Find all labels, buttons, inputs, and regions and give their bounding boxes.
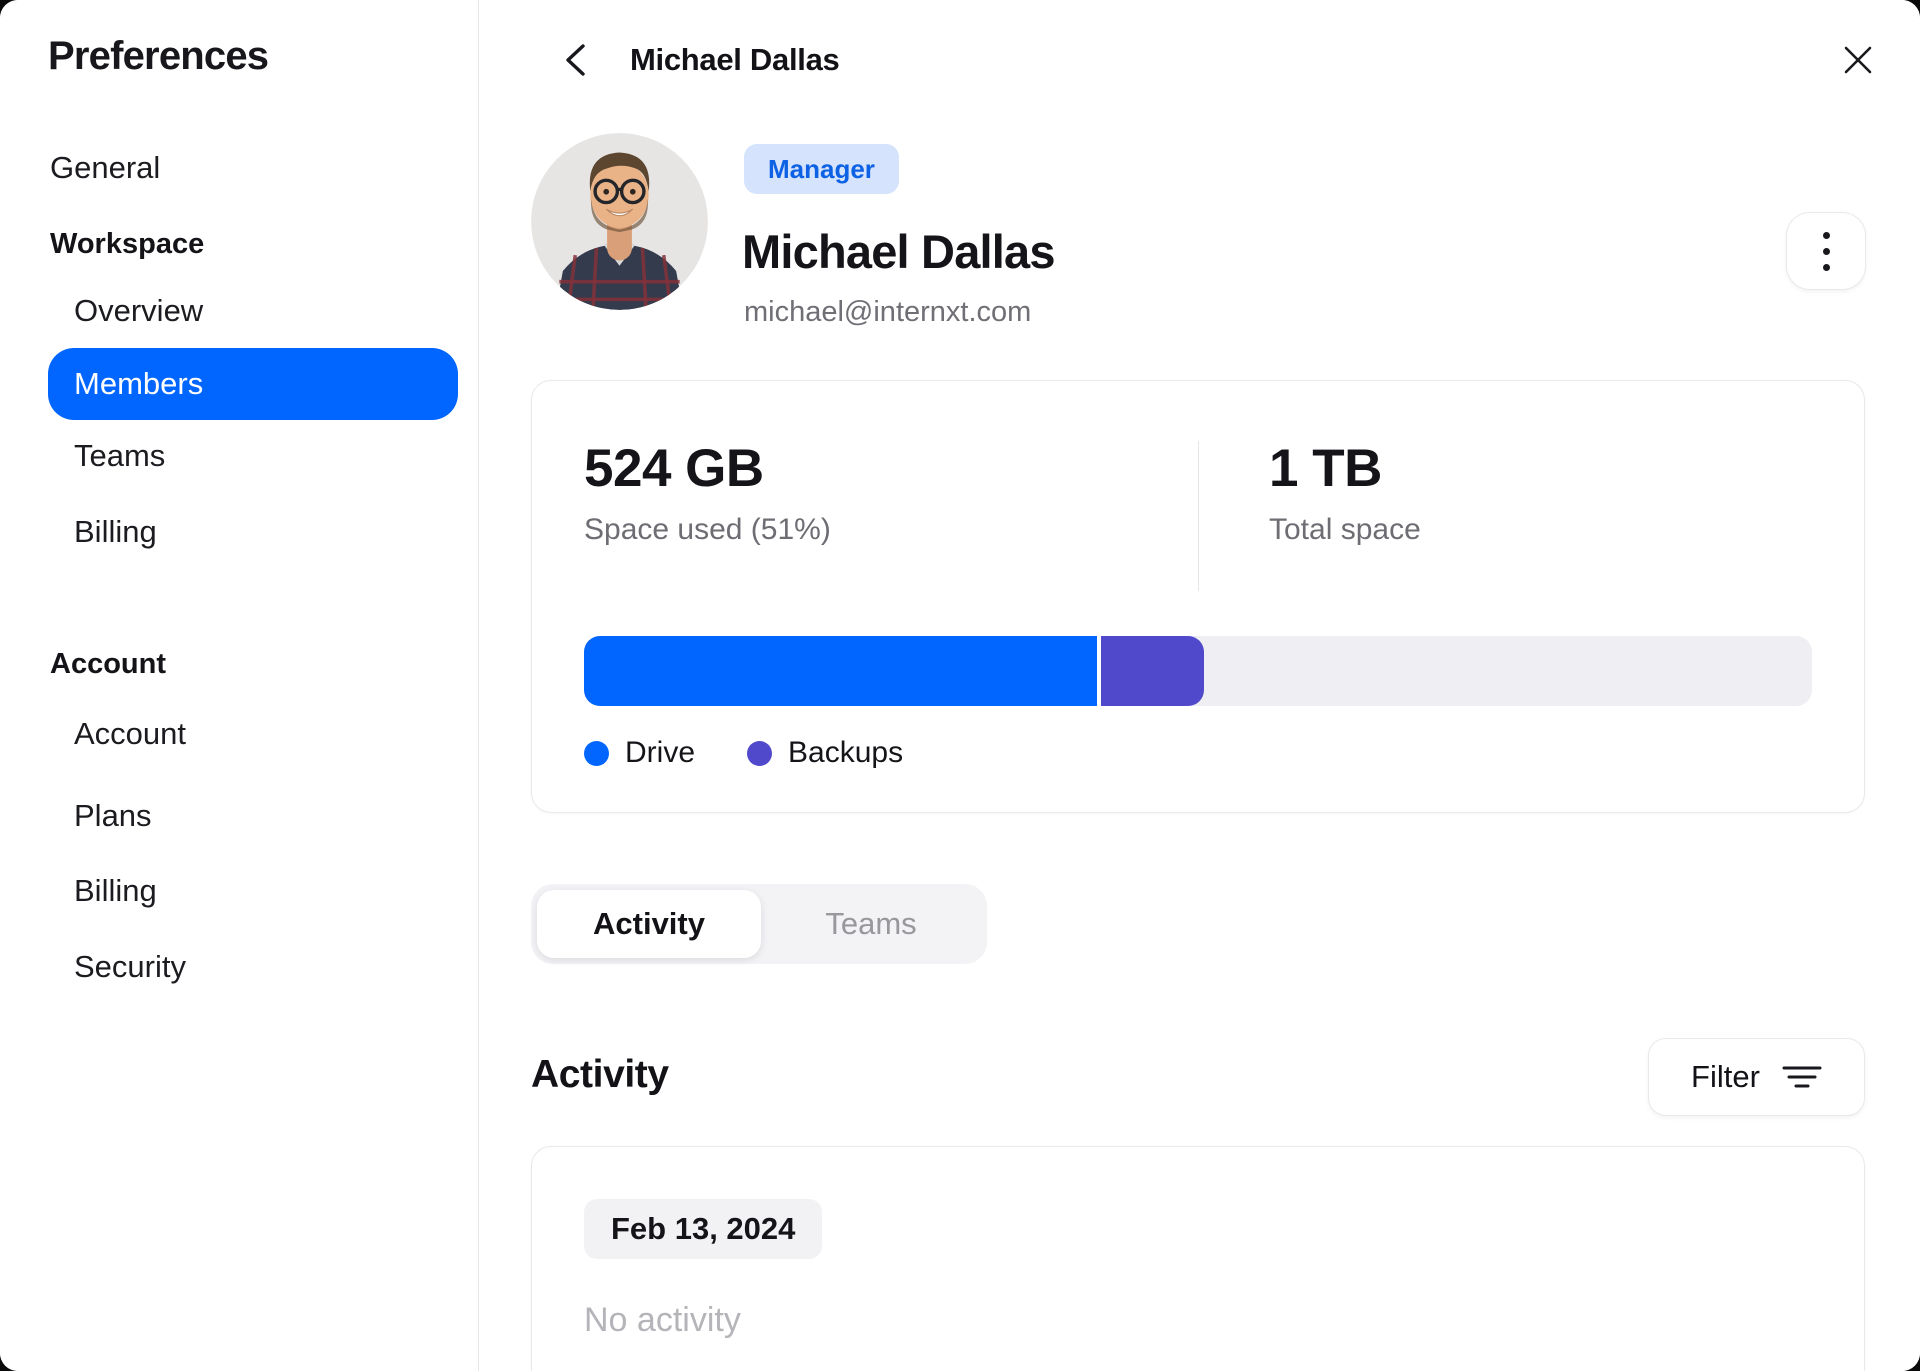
- activity-section-heading: Activity: [531, 1053, 669, 1096]
- avatar-portrait-graphic: [531, 133, 708, 310]
- sidebar-item-billing-workspace[interactable]: Billing: [74, 514, 157, 550]
- sidebar-item-plans[interactable]: Plans: [74, 798, 152, 834]
- member-detail-panel: Michael Dallas Manager Michael Dallas mi…: [479, 0, 1920, 1371]
- storage-progress-bar: [584, 636, 1812, 706]
- space-used-value: 524 GB: [584, 439, 764, 498]
- sidebar-item-teams[interactable]: Teams: [74, 438, 165, 474]
- kebab-menu-icon: [1822, 231, 1830, 239]
- space-used-label: Space used (51%): [584, 513, 831, 546]
- filter-button-label: Filter: [1691, 1059, 1760, 1094]
- member-options-button[interactable]: [1786, 212, 1866, 290]
- filter-button[interactable]: Filter: [1648, 1038, 1865, 1116]
- tab-teams[interactable]: Teams: [761, 906, 981, 942]
- space-used-stat: 524 GB Space used (51%): [584, 441, 1199, 591]
- back-button[interactable]: [551, 36, 599, 84]
- activity-date-badge: Feb 13, 2024: [584, 1199, 823, 1259]
- storage-legend: Drive Backups: [584, 736, 1812, 770]
- progress-segment-backups: [1101, 636, 1205, 706]
- sidebar-item-members[interactable]: Members: [48, 348, 458, 420]
- sidebar-title: Preferences: [48, 34, 269, 78]
- preferences-modal: Preferences General Workspace Overview M…: [0, 0, 1920, 1371]
- backups-legend-dot: [747, 740, 773, 766]
- tab-activity[interactable]: Activity: [537, 890, 761, 958]
- filter-icon: [1782, 1066, 1822, 1088]
- total-space-stat: 1 TB Total space: [1199, 441, 1421, 591]
- progress-segment-drive: [584, 636, 1098, 706]
- sidebar-item-security[interactable]: Security: [74, 949, 186, 985]
- backups-legend-label: Backups: [788, 736, 904, 769]
- detail-tabs: Activity Teams: [531, 884, 987, 964]
- total-space-value: 1 TB: [1269, 439, 1382, 498]
- total-space-label: Total space: [1269, 513, 1421, 546]
- drive-legend-dot: [584, 740, 609, 766]
- role-badge: Manager: [744, 144, 899, 194]
- storage-usage-card: 524 GB Space used (51%) 1 TB Total space…: [531, 380, 1865, 813]
- sidebar: Preferences General Workspace Overview M…: [0, 0, 479, 1371]
- page-title: Michael Dallas: [630, 42, 840, 77]
- storage-stats: 524 GB Space used (51%) 1 TB Total space: [584, 441, 1812, 591]
- sidebar-section-workspace: Workspace: [50, 228, 205, 260]
- member-email: michael@internxt.com: [744, 296, 1032, 328]
- activity-empty-text: No activity: [584, 1301, 741, 1339]
- sidebar-item-billing-account[interactable]: Billing: [74, 873, 157, 909]
- close-button[interactable]: [1831, 33, 1885, 87]
- activity-list-card: Feb 13, 2024 No activity: [531, 1146, 1865, 1371]
- sidebar-item-members-label: Members: [74, 366, 204, 401]
- sidebar-item-general[interactable]: General: [50, 150, 160, 186]
- avatar: [531, 133, 708, 310]
- sidebar-item-overview[interactable]: Overview: [74, 293, 203, 329]
- member-name: Michael Dallas: [742, 225, 1056, 278]
- sidebar-section-account: Account: [50, 648, 166, 680]
- chevron-left-icon: [566, 44, 585, 76]
- sidebar-item-account[interactable]: Account: [74, 716, 186, 752]
- close-icon: [1844, 46, 1872, 74]
- drive-legend-label: Drive: [625, 736, 696, 769]
